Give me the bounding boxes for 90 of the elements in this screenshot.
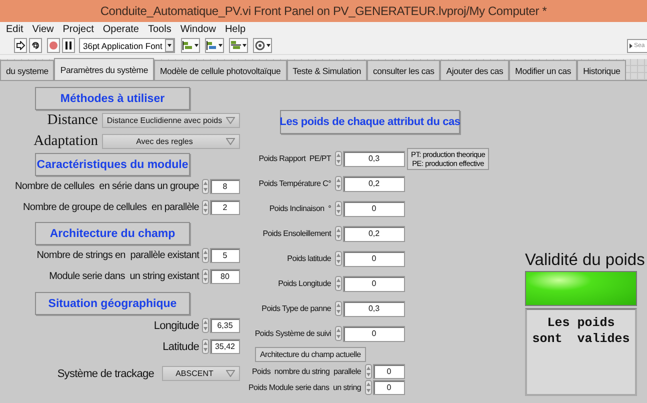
control-label: Adaptation [34,133,98,150]
spinner-arrows-icon[interactable] [335,276,342,291]
numeric-field[interactable]: 0 [343,326,405,342]
menu-item[interactable]: Edit [6,24,24,35]
weight-label: Poids Inclinaison ° [268,204,332,213]
weight-label: Poids Type de panne [260,304,332,313]
resize-icon[interactable] [229,38,248,53]
weight-label: Poids Système de suivi [254,329,332,338]
tab[interactable]: Modifier un cas [509,60,578,80]
architecture-button[interactable]: Architecture du champ actuelle [255,347,366,362]
dropdown-arrow-icon [226,117,235,124]
spinner-arrows-icon[interactable] [335,301,342,316]
spinner-arrows-icon[interactable] [335,151,342,166]
section-heading[interactable]: Situation géographique [35,292,190,315]
control-label: Système de trackage [57,368,154,380]
control-label: Module serie dans un string existant [49,271,199,282]
indicator-label: Validité du poids [525,250,646,271]
control-label: Distance [47,112,98,129]
spinner-arrows-icon[interactable] [365,364,372,378]
numeric-field[interactable]: 5 [210,248,240,263]
tab[interactable]: Modèle de cellule photovoltaïque [154,60,287,80]
weight-label: Poids latitude [286,254,332,263]
menu-item[interactable]: Project [62,24,94,35]
numeric-field[interactable]: 0,3 [343,150,405,166]
font-dropdown[interactable]: 36pt Application Font [79,38,176,53]
numeric-field[interactable]: 0,3 [343,300,405,316]
window-title: Conduite_Automatique_PV.vi Front Panel on PV_GENERATEUR.lvproj/My Computer * [100,4,547,18]
weight-label: Poids Longitude [277,279,332,288]
tab[interactable]: Historique [577,60,626,80]
dropdown-arrow-icon [226,370,235,377]
pause-icon[interactable] [62,38,75,53]
spinner-arrows-icon[interactable] [202,269,209,284]
control-label: Nombre de cellules en série dans un groupe [15,181,199,192]
message-display: Les poids sont valides [525,308,637,396]
control-label: Nombre de groupe de cellules en parallèle [23,202,199,213]
menu-item[interactable]: Tools [148,24,172,35]
section-heading[interactable]: Les poids de chaque attribut du cas [280,110,460,134]
dropdown-arrow-icon [226,138,235,145]
numeric-field[interactable]: 8 [210,179,240,194]
run-icon[interactable] [14,38,27,53]
numeric-field[interactable]: 0,2 [343,226,405,242]
numeric-field[interactable]: 0 [343,250,405,266]
spinner-arrows-icon[interactable] [202,179,209,194]
align-icon[interactable] [181,38,200,53]
spinner-arrows-icon[interactable] [202,200,209,215]
numeric-field[interactable]: 80 [210,269,240,284]
numeric-field[interactable]: 35,42 [210,339,240,354]
weight-label: Poids Rapport PE/PT [258,154,332,163]
tab[interactable]: du systeme [0,60,54,80]
distribute-icon[interactable] [205,38,224,53]
numeric-field[interactable]: 0 [343,200,405,216]
section-heading[interactable]: Méthodes à utiliser [35,87,190,110]
weight-label: Poids Ensoleillement [262,229,332,238]
numeric-field[interactable]: 0,2 [343,176,405,192]
section-heading[interactable]: Architecture du champ [35,222,190,245]
weight-label: Poids Module serie dans un string [247,382,362,392]
spinner-arrows-icon[interactable] [202,339,209,354]
tab[interactable]: consulter les cas [366,60,440,80]
numeric-field[interactable]: 0 [343,276,405,292]
tab[interactable]: Ajouter des cas [440,60,510,80]
weight-label: Poids nombre du string parallele [251,366,362,376]
control-label: Nombre de strings en parallèle existant [36,250,199,261]
menu-item[interactable]: Window [180,24,216,35]
tab[interactable]: Paramètres du système [54,58,154,80]
spinner-arrows-icon[interactable] [335,201,342,216]
numeric-field[interactable]: 6,35 [210,318,240,333]
menu-item[interactable]: Operate [102,24,139,35]
spinner-arrows-icon[interactable] [365,380,372,394]
section-heading[interactable]: Caractéristiques du module [35,153,190,176]
numeric-field[interactable]: 0 [373,364,405,378]
numeric-field[interactable]: 2 [210,200,240,215]
arrow-icon [629,43,633,49]
menu-item[interactable]: Help [224,24,246,35]
dropdown[interactable]: Avec des regles [102,134,240,149]
reorder-icon[interactable] [253,38,272,53]
run-continuously-icon[interactable] [29,38,42,53]
tab[interactable]: Teste & Simulation [286,60,367,80]
numeric-field[interactable]: 0 [373,380,405,394]
spinner-arrows-icon[interactable] [335,251,342,266]
control-label: Longitude [154,320,199,332]
spinner-arrows-icon[interactable] [202,318,209,333]
dropdown[interactable]: Distance Euclidienne avec poids [102,113,240,128]
control-label: Latitude [162,340,199,352]
spinner-arrows-icon[interactable] [335,326,342,341]
dropdown[interactable]: ABSCENT [162,366,240,381]
weight-label: Poids Température C° [258,179,332,188]
spinner-arrows-icon[interactable] [335,176,342,191]
spinner-arrows-icon[interactable] [335,226,342,241]
menu-item[interactable]: View [32,24,54,35]
spinner-arrows-icon[interactable] [202,248,209,263]
